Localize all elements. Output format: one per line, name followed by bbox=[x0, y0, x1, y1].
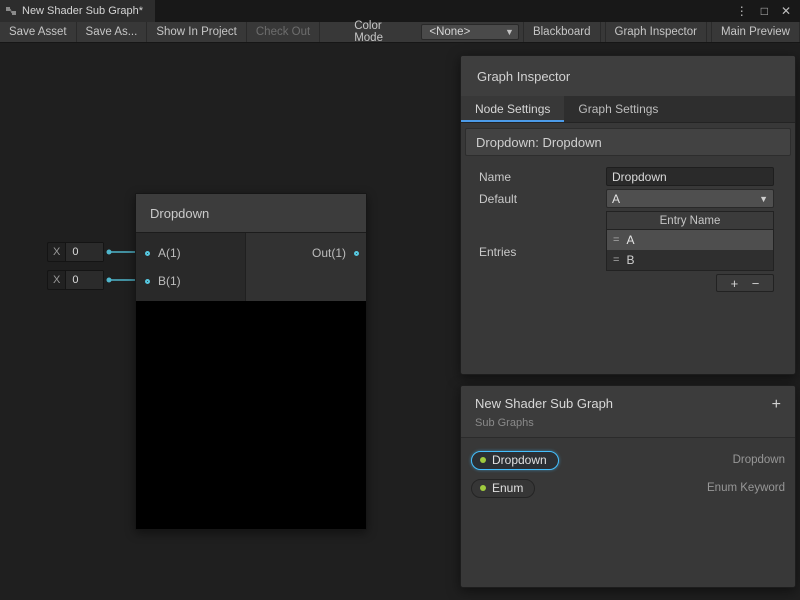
close-icon[interactable]: ✕ bbox=[781, 5, 791, 17]
property-dot-icon bbox=[480, 485, 486, 491]
shader-graph-window: New Shader Sub Graph* ⋮ □ ✕ Save Asset S… bbox=[0, 0, 800, 600]
port-row-b: B(1) bbox=[136, 267, 245, 295]
property-pill-dropdown[interactable]: Dropdown bbox=[471, 451, 559, 470]
edge-endpoint-dot bbox=[107, 250, 112, 255]
node-input-column: A(1) B(1) bbox=[136, 233, 246, 301]
entry-row-a[interactable]: = A bbox=[607, 230, 773, 250]
entry-name: A bbox=[626, 233, 634, 247]
node-body: A(1) B(1) Out(1) bbox=[136, 233, 366, 301]
default-dropdown-value: A bbox=[612, 192, 620, 206]
entries-list-footer: + − bbox=[716, 274, 774, 292]
save-asset-button[interactable]: Save Asset bbox=[0, 22, 77, 42]
port-a-label: A(1) bbox=[158, 246, 181, 260]
port-row-a: A(1) bbox=[136, 239, 245, 267]
tab-graph-settings[interactable]: Graph Settings bbox=[564, 96, 672, 122]
document-tab-label: New Shader Sub Graph* bbox=[22, 5, 143, 17]
color-mode-value: <None> bbox=[429, 26, 470, 38]
input-b-value-widget[interactable]: X 0 bbox=[47, 270, 104, 290]
toolbar-right-group: Blackboard Graph Inspector Main Preview bbox=[519, 22, 800, 42]
blackboard-panel: New Shader Sub Graph Sub Graphs + Dropdo… bbox=[460, 385, 796, 588]
x-component-label: X bbox=[48, 246, 65, 258]
shader-graph-asset-icon bbox=[5, 5, 17, 17]
blackboard-title: New Shader Sub Graph bbox=[475, 396, 781, 411]
blackboard-subtitle: Sub Graphs bbox=[475, 417, 781, 429]
input-a-value-field[interactable]: 0 bbox=[65, 243, 103, 261]
property-pill-enum[interactable]: Enum bbox=[471, 479, 535, 498]
node-output-column: Out(1) bbox=[246, 233, 366, 301]
blackboard-row-dropdown: Dropdown Dropdown bbox=[471, 446, 785, 474]
x-component-label: X bbox=[48, 274, 65, 286]
window-controls: ⋮ □ ✕ bbox=[736, 0, 800, 22]
port-b-icon[interactable] bbox=[145, 279, 150, 284]
chevron-down-icon: ▼ bbox=[759, 194, 768, 204]
entry-row-b[interactable]: = B bbox=[607, 250, 773, 270]
node-settings-section-header: Dropdown: Dropdown bbox=[465, 128, 791, 156]
main-preview-toggle-button[interactable]: Main Preview bbox=[711, 22, 800, 42]
entries-list-header: Entry Name bbox=[607, 212, 773, 230]
show-in-project-button[interactable]: Show In Project bbox=[147, 22, 247, 42]
blackboard-row-enum: Enum Enum Keyword bbox=[471, 474, 785, 502]
color-mode-label: Color Mode bbox=[346, 22, 421, 42]
graph-inspector-panel: Graph Inspector Node Settings Graph Sett… bbox=[460, 55, 796, 375]
document-tab[interactable]: New Shader Sub Graph* bbox=[0, 0, 155, 22]
entries-list-wrap: Entry Name = A = B + − bbox=[606, 211, 774, 292]
input-a-value-widget[interactable]: X 0 bbox=[47, 242, 104, 262]
default-label: Default bbox=[479, 192, 606, 206]
maximize-icon[interactable]: □ bbox=[761, 5, 768, 17]
name-input[interactable] bbox=[606, 167, 774, 186]
name-label: Name bbox=[479, 170, 606, 184]
chevron-down-icon: ▼ bbox=[505, 27, 514, 37]
drag-handle-icon[interactable]: = bbox=[613, 234, 619, 246]
graph-inspector-title: Graph Inspector bbox=[461, 56, 795, 96]
property-name: Dropdown bbox=[492, 453, 547, 467]
property-type-label: Enum Keyword bbox=[707, 482, 785, 494]
port-b-label: B(1) bbox=[158, 274, 181, 288]
node-title: Dropdown bbox=[150, 206, 209, 221]
graph-toolbar: Save Asset Save As... Show In Project Ch… bbox=[0, 22, 800, 43]
entry-name: B bbox=[626, 253, 634, 267]
drag-handle-icon[interactable]: = bbox=[613, 254, 619, 266]
name-row: Name bbox=[479, 167, 774, 186]
entries-row: Entries Entry Name = A = B bbox=[479, 211, 774, 292]
blackboard-header: New Shader Sub Graph Sub Graphs + bbox=[461, 386, 795, 438]
input-b-value-field[interactable]: 0 bbox=[65, 271, 103, 289]
port-out-icon[interactable] bbox=[354, 251, 359, 256]
inspector-tabs: Node Settings Graph Settings bbox=[461, 96, 795, 123]
property-name: Enum bbox=[492, 481, 523, 495]
graph-inspector-title-text: Graph Inspector bbox=[477, 69, 570, 84]
save-as-button[interactable]: Save As... bbox=[77, 22, 148, 42]
title-bar: New Shader Sub Graph* ⋮ □ ✕ bbox=[0, 0, 800, 22]
graph-inspector-toggle-button[interactable]: Graph Inspector bbox=[605, 22, 707, 42]
remove-entry-button[interactable]: − bbox=[752, 277, 760, 290]
node-settings-form: Name Default A ▼ Entries Entry Name = bbox=[461, 167, 795, 292]
default-dropdown[interactable]: A ▼ bbox=[606, 189, 774, 208]
add-entry-button[interactable]: + bbox=[731, 277, 739, 290]
tab-node-settings[interactable]: Node Settings bbox=[461, 96, 564, 122]
port-a-icon[interactable] bbox=[145, 251, 150, 256]
default-row: Default A ▼ bbox=[479, 189, 774, 208]
window-menu-icon[interactable]: ⋮ bbox=[736, 5, 748, 17]
edge-endpoint-dot bbox=[107, 278, 112, 283]
color-mode-dropdown[interactable]: <None> ▼ bbox=[421, 24, 519, 40]
check-out-button: Check Out bbox=[247, 22, 320, 42]
blackboard-toggle-button[interactable]: Blackboard bbox=[523, 22, 601, 42]
port-out-label: Out(1) bbox=[312, 246, 346, 260]
property-dot-icon bbox=[480, 457, 486, 463]
node-title-bar[interactable]: Dropdown bbox=[136, 194, 366, 233]
blackboard-items: Dropdown Dropdown Enum Enum Keyword bbox=[461, 438, 795, 510]
dropdown-node[interactable]: Dropdown A(1) B(1) Out(1) bbox=[135, 193, 367, 530]
add-property-button[interactable]: + bbox=[772, 397, 781, 413]
node-preview bbox=[136, 301, 366, 529]
section-title-text: Dropdown: Dropdown bbox=[476, 135, 602, 150]
entries-label: Entries bbox=[479, 245, 606, 259]
entries-list: Entry Name = A = B bbox=[606, 211, 774, 271]
property-type-label: Dropdown bbox=[733, 454, 785, 466]
port-row-out: Out(1) bbox=[246, 239, 366, 267]
